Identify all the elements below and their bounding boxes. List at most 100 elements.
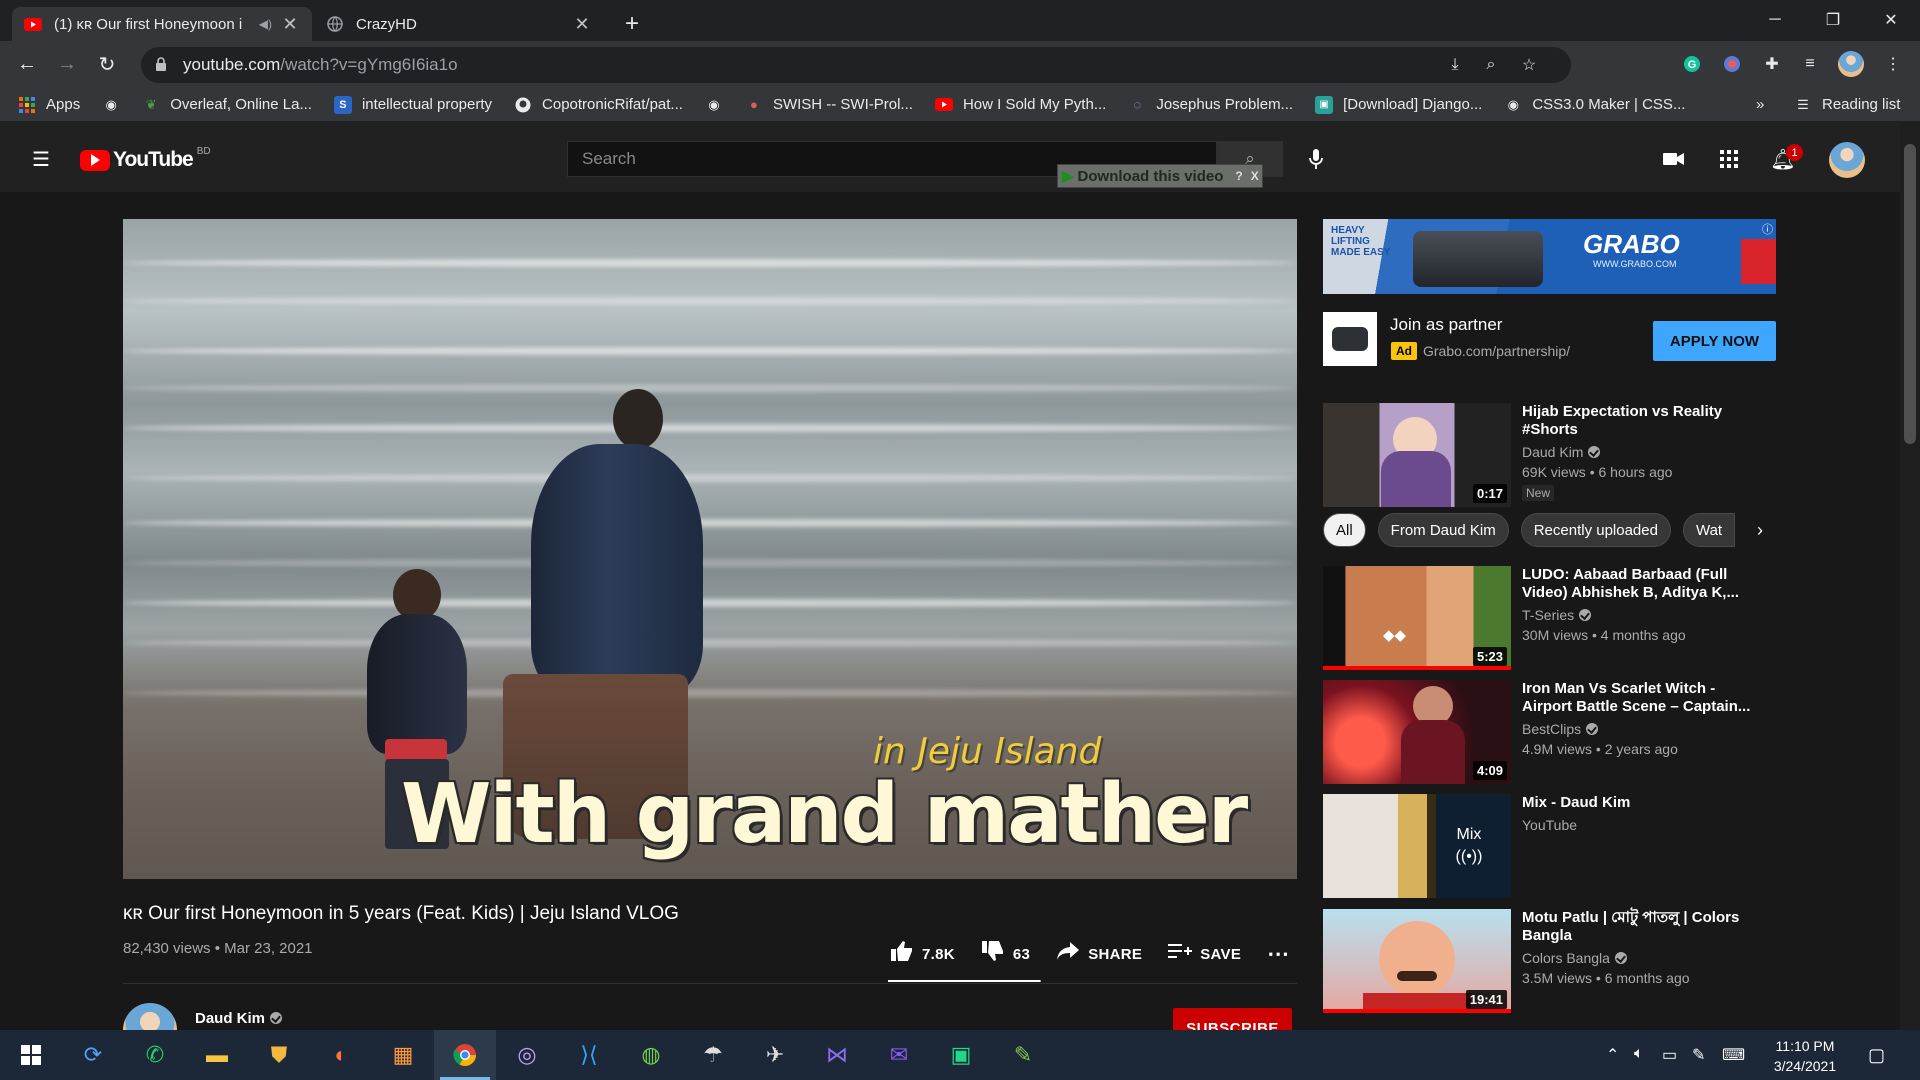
s-square-icon: S bbox=[333, 95, 352, 114]
video-player[interactable]: in Jeju Island With grand mather bbox=[123, 219, 1297, 879]
ad-banner-image[interactable]: HEAVY LIFTING MADE EASY GRABO WWW.GRABO.… bbox=[1323, 219, 1776, 294]
vpn-shield-icon[interactable]: ⛊ bbox=[248, 1030, 310, 1080]
bookmark-youtube[interactable]: How I Sold My Pyth... bbox=[934, 96, 1106, 114]
zoom-icon[interactable]: ⌕ bbox=[1479, 53, 1503, 77]
install-app-icon[interactable]: ⤓ bbox=[1443, 53, 1467, 77]
ad-info-icon[interactable]: ⓘ bbox=[1762, 221, 1773, 237]
reload-icon[interactable]: ↻ bbox=[92, 49, 122, 79]
whatsapp-icon[interactable]: ✆ bbox=[124, 1030, 186, 1080]
bookmark-django[interactable]: ▣ [Download] Django... bbox=[1315, 95, 1482, 114]
system-clock[interactable]: 11:10 PM 3/24/2021 bbox=[1760, 1036, 1850, 1076]
like-ratio-fill bbox=[888, 980, 1040, 982]
bookmark-apps[interactable]: Apps bbox=[18, 96, 80, 114]
notepad-app-icon[interactable]: ✎ bbox=[992, 1030, 1054, 1080]
bookmark-github[interactable]: CopotronicRifat/pat... bbox=[514, 96, 683, 114]
page-scrollbar[interactable] bbox=[1900, 122, 1920, 1030]
save-button[interactable]: SAVE bbox=[1168, 941, 1241, 967]
more-menu-icon[interactable]: ⋮ bbox=[1880, 51, 1906, 77]
back-icon[interactable]: ← bbox=[12, 49, 42, 79]
more-actions-icon[interactable]: ⋯ bbox=[1267, 941, 1289, 967]
minimize-icon[interactable]: ─ bbox=[1746, 0, 1804, 40]
bookmark-overleaf[interactable]: ❦ Overleaf, Online La... bbox=[142, 96, 312, 114]
filter-chips: All From Daud Kim Recently uploaded Wat bbox=[1323, 513, 1735, 547]
chevron-right-icon[interactable]: › bbox=[1744, 514, 1776, 546]
vscode-icon[interactable]: ⟩⟨ bbox=[558, 1030, 620, 1080]
extensions-puzzle-icon[interactable]: ✚ bbox=[1759, 51, 1785, 77]
apps-grid-icon[interactable] bbox=[1714, 144, 1744, 174]
firefox-icon[interactable]: ◐ bbox=[310, 1030, 372, 1080]
address-bar[interactable]: youtube.com/watch?v=gYmg6I6ia1o ⤓ ⌕ ☆ bbox=[141, 47, 1571, 83]
create-video-icon[interactable] bbox=[1659, 144, 1689, 174]
tab-youtube[interactable]: (1) ᴋʀ Our first Honeymoon i ◀) ✕ bbox=[12, 7, 312, 41]
tab-audio-icon[interactable]: ◀) bbox=[259, 17, 272, 31]
forward-icon[interactable]: → bbox=[52, 49, 82, 79]
action-center-icon[interactable]: ▢ bbox=[1868, 1045, 1885, 1066]
grammarly-icon[interactable]: G bbox=[1679, 51, 1705, 77]
media-queue-icon[interactable]: ≡ bbox=[1797, 51, 1823, 77]
windows-start-icon[interactable] bbox=[0, 1030, 62, 1080]
video-views: 30M views • 4 months ago bbox=[1522, 627, 1686, 643]
download-close-icon[interactable]: X bbox=[1251, 169, 1259, 183]
like-button[interactable]: 7.8K bbox=[890, 940, 955, 968]
file-explorer-icon[interactable]: ▬ bbox=[186, 1030, 248, 1080]
bookmark-globe-2[interactable]: ◉ bbox=[705, 96, 723, 114]
tray-overflow-icon[interactable]: ⌃ bbox=[1606, 1045, 1619, 1065]
recommended-video[interactable]: 4:09 Iron Man Vs Scarlet Witch - Airport… bbox=[1323, 680, 1776, 784]
keyboard-icon[interactable]: ⌨ bbox=[1722, 1045, 1745, 1065]
profile-avatar[interactable] bbox=[1838, 51, 1864, 77]
account-avatar[interactable] bbox=[1829, 142, 1865, 178]
github-desktop-icon[interactable]: ◎ bbox=[496, 1030, 558, 1080]
bookmark-css-maker[interactable]: ◉ CSS3.0 Maker | CSS... bbox=[1504, 96, 1686, 114]
satellite-app-icon[interactable]: ✈ bbox=[744, 1030, 806, 1080]
download-video-bar[interactable]: ▶ Download this video ? X bbox=[1057, 164, 1263, 188]
bookmark-globe[interactable]: ◉ bbox=[102, 96, 120, 114]
messenger-icon[interactable]: ✉ bbox=[868, 1030, 930, 1080]
chip-all[interactable]: All bbox=[1323, 513, 1366, 547]
apply-now-button[interactable]: APPLY NOW bbox=[1653, 321, 1776, 361]
visual-studio-icon[interactable]: ⋈ bbox=[806, 1030, 868, 1080]
bookmark-star-icon[interactable]: ☆ bbox=[1517, 53, 1541, 77]
channel-name[interactable]: Daud Kim bbox=[195, 1010, 283, 1027]
new-tab-button[interactable]: + bbox=[612, 7, 652, 41]
ad-logo[interactable] bbox=[1323, 312, 1377, 366]
chip-from-daud-kim[interactable]: From Daud Kim bbox=[1377, 513, 1509, 547]
ad-title[interactable]: Join as partner bbox=[1390, 315, 1502, 335]
woman-head bbox=[613, 389, 663, 449]
wave bbox=[123, 474, 1297, 482]
recommended-video[interactable]: Mix ((•)) Mix - Daud Kim YouTube bbox=[1323, 794, 1776, 898]
restore-icon[interactable]: ❐ bbox=[1804, 0, 1862, 40]
share-button[interactable]: SHARE bbox=[1056, 941, 1142, 967]
recommended-video[interactable]: 0:17 Hijab Expectation vs Reality #Short… bbox=[1323, 403, 1776, 507]
youtube-logo[interactable]: YouTube BD bbox=[80, 146, 211, 172]
paint-app-icon[interactable]: ▦ bbox=[372, 1030, 434, 1080]
close-window-icon[interactable]: ✕ bbox=[1862, 0, 1920, 40]
pycharm-icon[interactable]: ▣ bbox=[930, 1030, 992, 1080]
tab-close-icon[interactable]: ✕ bbox=[572, 14, 592, 35]
bookmark-josephus[interactable]: ◌ Josephus Problem... bbox=[1128, 96, 1293, 114]
microphone-icon[interactable] bbox=[1301, 144, 1331, 174]
bookmarks-overflow[interactable]: » bbox=[1756, 96, 1764, 113]
volume-icon[interactable]: 🔈︎ bbox=[1634, 1045, 1644, 1063]
recommended-video[interactable]: ◆◆ 5:23 LUDO: Aabaad Barbaad (Full Video… bbox=[1323, 566, 1776, 670]
pen-icon[interactable]: ✎ bbox=[1692, 1045, 1705, 1065]
tab-crazyhd[interactable]: CrazyHD ✕ bbox=[314, 7, 604, 41]
tab-close-icon[interactable]: ✕ bbox=[280, 14, 300, 35]
hamburger-menu-icon[interactable]: ☰ bbox=[26, 144, 56, 174]
weather-app-icon[interactable]: ☂ bbox=[682, 1030, 744, 1080]
download-help-icon[interactable]: ? bbox=[1235, 169, 1242, 183]
chrome-icon[interactable] bbox=[434, 1030, 496, 1080]
color-extension-icon[interactable] bbox=[1719, 51, 1745, 77]
globe-app-icon[interactable]: ◍ bbox=[620, 1030, 682, 1080]
verified-check-icon bbox=[1579, 609, 1592, 621]
recommended-video[interactable]: 19:41 Motu Patlu | মোটু পাতলু | Colors B… bbox=[1323, 909, 1776, 1013]
chip-recently-uploaded[interactable]: Recently uploaded bbox=[1520, 513, 1671, 547]
sync-app-icon[interactable]: ⟳ bbox=[62, 1030, 124, 1080]
bookmark-intellectual-property[interactable]: Sintellectual property bbox=[333, 95, 492, 114]
dislike-button[interactable]: 63 bbox=[981, 940, 1030, 968]
chip-watched[interactable]: Wat bbox=[1682, 513, 1735, 547]
scrollbar-thumb[interactable] bbox=[1904, 144, 1916, 444]
reading-list[interactable]: ☰ Reading list bbox=[1794, 96, 1900, 114]
bookmark-swish[interactable]: ● SWISH -- SWI-Prol... bbox=[745, 96, 913, 114]
network-icon[interactable]: ▭ bbox=[1662, 1045, 1677, 1065]
video-thumbnail: ◆◆ 5:23 bbox=[1323, 566, 1511, 670]
